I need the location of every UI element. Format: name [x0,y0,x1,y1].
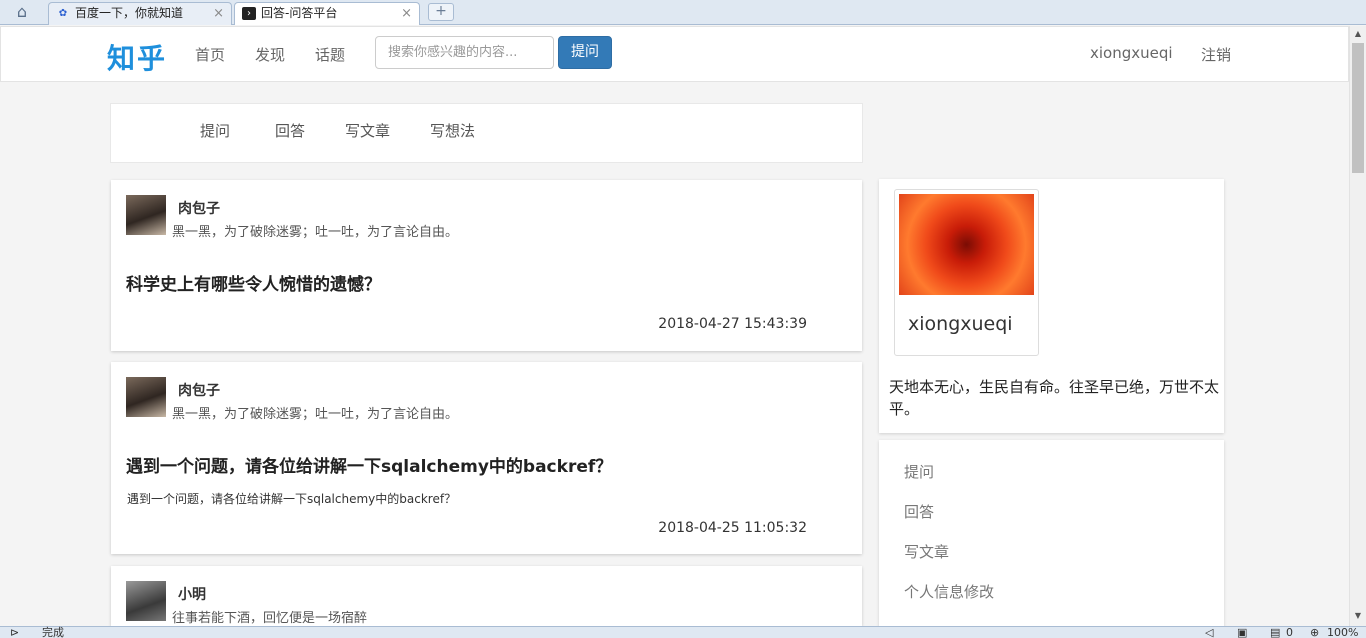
author-name[interactable]: 小明 [178,584,206,604]
profile-motto: 天地本无心，生民自有命。往圣早已绝，万世不太平。 [889,378,1220,418]
home-icon[interactable]: ⌂ [10,3,34,21]
avatar[interactable] [126,195,166,235]
vertical-scrollbar[interactable]: ▲ ▼ [1349,26,1366,626]
question-card[interactable]: 肉包子 黑一黑，为了破除迷雾；吐一吐，为了言论自由。 遇到一个问题，请各位给讲解… [111,362,862,554]
nav-discover[interactable]: 发现 [255,44,285,65]
nav-home[interactable]: 首页 [195,44,225,65]
quick-answer[interactable]: 回答 [275,120,305,141]
sidebar-item-answer[interactable]: 回答 [904,501,934,522]
profile-name: xiongxueqi [908,313,1013,335]
new-tab-button[interactable]: + [428,3,454,21]
avatar[interactable] [126,581,166,621]
status-text: 完成 [42,626,64,638]
question-title[interactable]: 遇到一个问题，请各位给讲解一下sqlalchemy中的backref？ [126,452,612,477]
close-tab-icon[interactable]: × [401,3,412,24]
site-navbar: 知乎 首页 发现 话题 提问 xiongxueqi 注销 [0,26,1349,82]
terminal-icon: › [242,7,256,20]
question-title[interactable]: 科学史上有哪些令人惋惜的遗憾？ [126,270,381,295]
sidebar-toggle-icon[interactable]: ⊳ [10,627,19,638]
logout-link[interactable]: 注销 [1201,44,1231,65]
close-tab-icon[interactable]: × [213,3,224,24]
status-count: 0 [1286,626,1293,638]
nav-topics[interactable]: 话题 [315,44,345,65]
profile-card: xiongxueqi 天地本无心，生民自有命。往圣早已绝，万世不太平。 [879,179,1224,433]
scroll-down-icon[interactable]: ▼ [1350,611,1366,620]
browser-status-bar: ⊳ 完成 ◁ ▣ ▤ 0 ⊕ 100% [0,626,1366,638]
author-name[interactable]: 肉包子 [178,380,220,400]
zoom-icon[interactable]: ⊕ [1310,627,1319,638]
author-bio: 往事若能下酒，回忆便是一场宿醉 [172,611,368,626]
tab-title: 百度一下，你就知道 [75,6,184,20]
sidebar-item-write-article[interactable]: 写文章 [904,541,949,562]
author-bio: 黑一黑，为了破除迷雾；吐一吐，为了言论自由。 [172,407,459,422]
browser-tab-baidu[interactable]: ✿ 百度一下，你就知道 × [48,2,232,25]
profile-thumbnail[interactable]: xiongxueqi [894,189,1039,356]
zoom-level[interactable]: 100% [1327,627,1358,638]
quick-write-thought[interactable]: 写想法 [430,120,475,141]
download-icon[interactable]: ▣ [1237,627,1247,638]
avatar[interactable] [126,377,166,417]
question-card[interactable]: 肉包子 黑一黑，为了破除迷雾；吐一吐，为了言论自由。 科学史上有哪些令人惋惜的遗… [111,180,862,351]
quick-ask[interactable]: 提问 [200,120,230,141]
browser-tab-active[interactable]: › 回答-问答平台 × [234,2,420,25]
question-time: 2018-04-27 15:43:39 [658,316,807,332]
ask-button[interactable]: 提问 [558,36,612,69]
sidebar-item-ask[interactable]: 提问 [904,461,934,482]
brand-logo[interactable]: 知乎 [107,37,167,77]
volume-icon[interactable]: ◁ [1205,627,1213,638]
browser-tab-strip: ⌂ ✿ 百度一下，你就知道 × › 回答-问答平台 × + [0,0,1366,25]
sidebar-item-edit-profile[interactable]: 个人信息修改 [904,581,994,602]
scroll-up-icon[interactable]: ▲ [1350,29,1366,38]
profile-image [899,194,1034,295]
quick-actions-bar: 提问 回答 写文章 写想法 [110,103,863,163]
search-input[interactable] [375,36,554,69]
author-bio: 黑一黑，为了破除迷雾；吐一吐，为了言论自由。 [172,225,459,240]
question-card[interactable]: 小明 往事若能下酒，回忆便是一场宿醉 [111,566,862,626]
sidebar-menu: 提问 回答 写文章 个人信息修改 [879,440,1224,630]
quick-write-article[interactable]: 写文章 [345,120,390,141]
username-link[interactable]: xiongxueqi [1090,44,1173,62]
baidu-paw-icon: ✿ [58,8,68,19]
question-time: 2018-04-25 11:05:32 [658,520,807,536]
counter-icon: ▤ [1270,626,1281,638]
tab-title: 回答-问答平台 [261,6,338,20]
question-body: 遇到一个问题，请各位给讲解一下sqlalchemy中的backref？ [127,492,457,506]
scrollbar-thumb[interactable] [1352,43,1364,173]
author-name[interactable]: 肉包子 [178,198,220,218]
